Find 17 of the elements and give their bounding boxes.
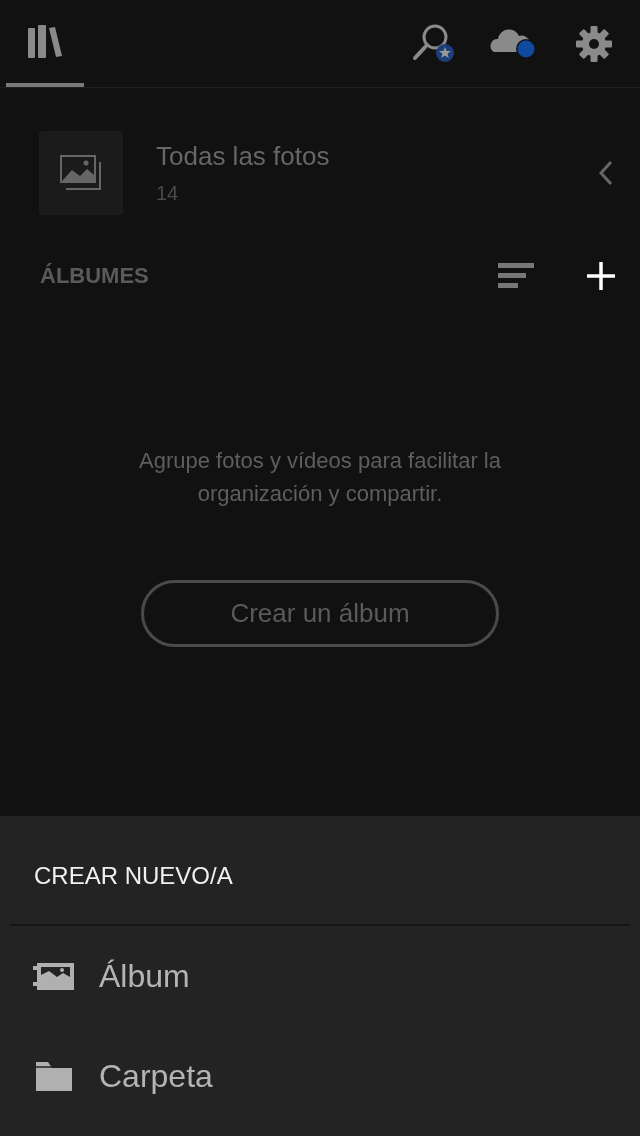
album-title: Todas las fotos [156,140,331,172]
chevron-left-icon[interactable] [598,159,614,186]
folder-option[interactable]: Carpeta [0,1026,640,1126]
image-icon [60,154,102,191]
add-icon[interactable] [586,260,616,291]
photo-thumbnail[interactable] [39,130,123,215]
library-icon [26,23,64,60]
folder-icon [34,1059,74,1093]
search-icon [411,22,457,65]
album-icon [33,961,75,991]
settings-icon [575,24,613,63]
section-heading: ÁLBUMES [40,262,150,289]
sheet-title: CREAR NUEVO/A [33,861,234,891]
photo-count: 14 [156,181,180,205]
album-option[interactable]: Álbum [0,926,640,1026]
empty-message: Agrupe fotos y vídeos para facilitar la organización y compartir. [138,447,502,508]
sort-icon[interactable] [498,260,534,291]
